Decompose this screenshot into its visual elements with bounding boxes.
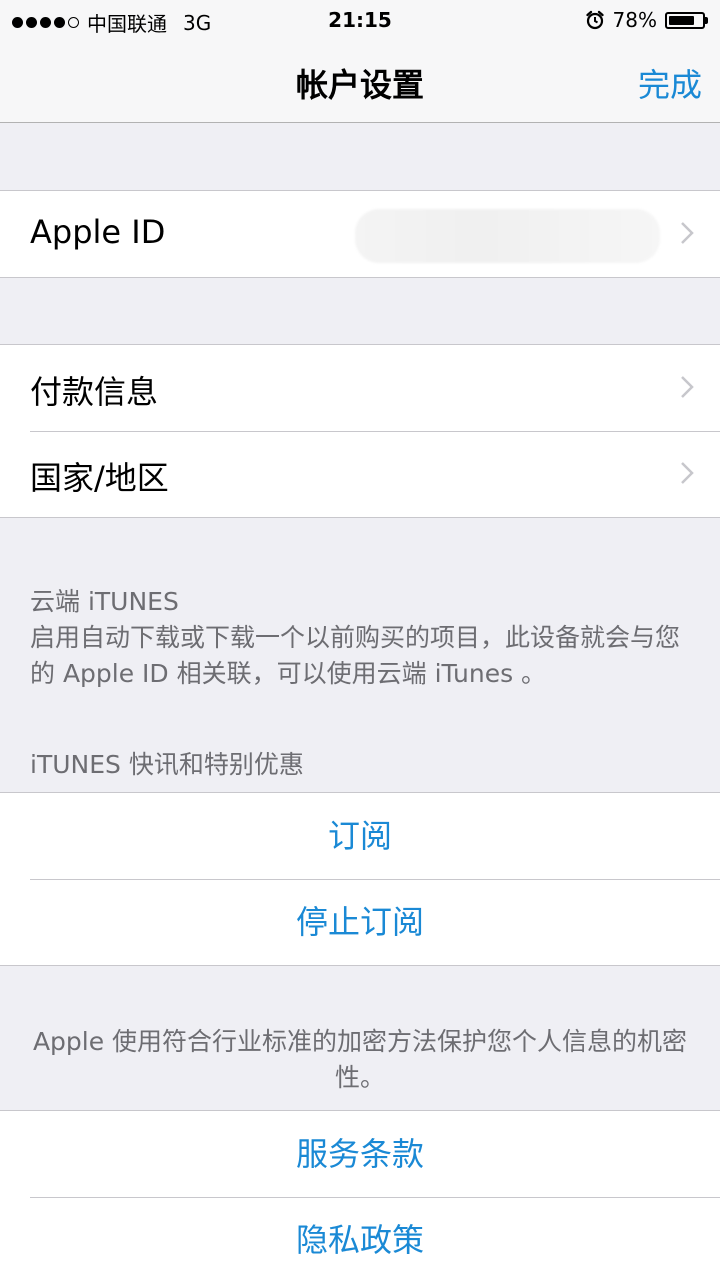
unsubscribe-button[interactable]: 停止订阅 [0, 879, 720, 965]
apple-id-row[interactable]: Apple ID [0, 191, 720, 277]
apple-id-value-redacted [355, 209, 660, 263]
privacy-policy-link[interactable]: 隐私政策 [0, 1197, 720, 1283]
alarm-clock-icon [585, 10, 604, 30]
cloud-itunes-description: 启用自动下载或下载一个以前购买的项目，此设备就会与您的 Apple ID 相关联… [30, 623, 681, 688]
cloud-itunes-header: 云端 iTUNES [30, 587, 179, 616]
payment-info-label: 付款信息 [30, 373, 159, 411]
battery-icon [665, 11, 708, 29]
status-right: 78% [585, 8, 708, 32]
navigation-bar: 帐户设置 完成 [0, 40, 720, 123]
payment-info-row[interactable]: 付款信息 [0, 345, 720, 431]
security-note: Apple 使用符合行业标准的加密方法保护您个人信息的机密性。 [32, 1027, 688, 1092]
apple-id-label: Apple ID [30, 213, 166, 251]
subscribe-button[interactable]: 订阅 [0, 793, 720, 879]
payment-region-group: 付款信息 国家/地区 [0, 344, 720, 518]
legal-group: 服务条款 隐私政策 [0, 1110, 720, 1283]
chevron-right-icon [681, 222, 694, 244]
chevron-right-icon [681, 376, 694, 398]
country-region-label: 国家/地区 [30, 459, 169, 497]
battery-percent: 78% [612, 8, 657, 32]
newsletter-group: 订阅 停止订阅 [0, 792, 720, 966]
apple-id-group: Apple ID [0, 190, 720, 278]
chevron-right-icon [681, 462, 694, 484]
page-title: 帐户设置 [295, 66, 424, 104]
status-bar: 中国联通 3G 21:15 78% [0, 0, 720, 40]
terms-of-service-link[interactable]: 服务条款 [0, 1111, 720, 1197]
done-button[interactable]: 完成 [638, 60, 702, 106]
battery-fill [669, 15, 694, 25]
newsletter-header: iTUNES 快讯和特别优惠 [30, 750, 304, 779]
country-region-row[interactable]: 国家/地区 [0, 431, 720, 517]
